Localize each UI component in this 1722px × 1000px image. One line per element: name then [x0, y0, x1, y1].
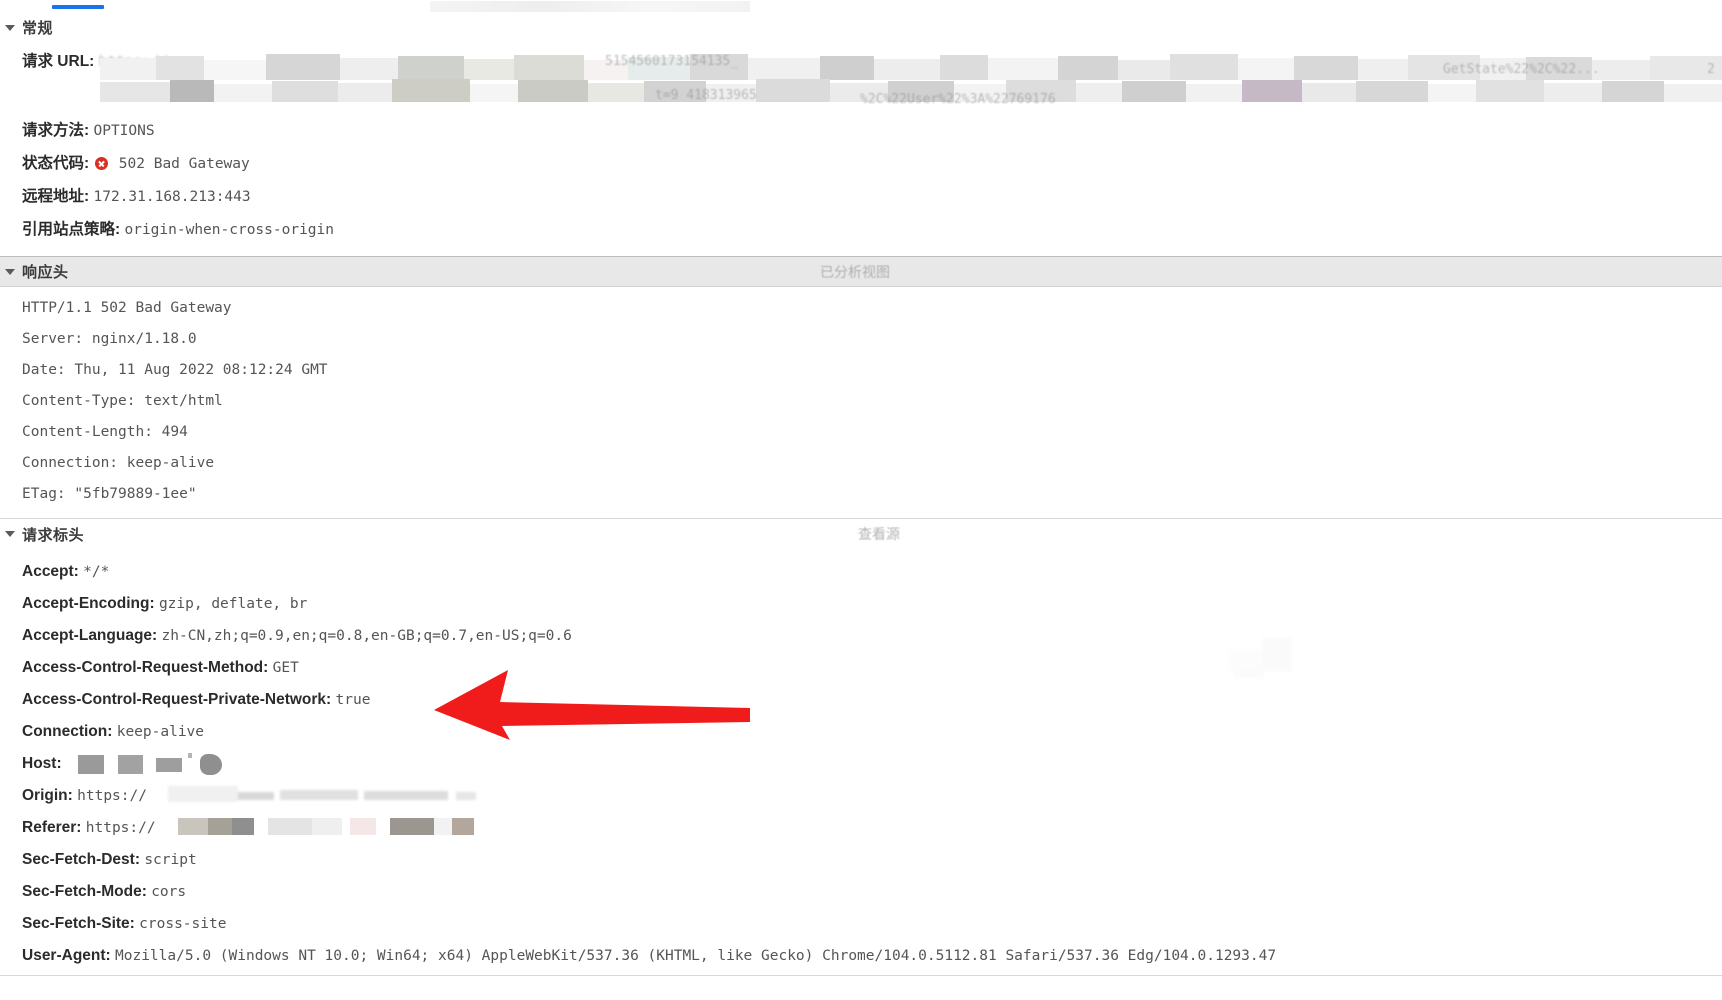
- row-value: keep-alive: [116, 724, 205, 740]
- row-key: Access-Control-Request-Method:: [22, 659, 269, 676]
- row-accept: Accept: */*: [22, 563, 109, 581]
- chevron-down-icon[interactable]: [5, 24, 15, 31]
- row-key: 引用站点策略:: [22, 221, 121, 238]
- row-value: true: [335, 692, 371, 708]
- row-accept-language: Accept-Language: zh-CN,zh;q=0.9,en;q=0.8…: [22, 627, 572, 645]
- response-header-line: Content-Type: text/html: [22, 393, 223, 409]
- response-header-line: Server: nginx/1.18.0: [22, 331, 197, 347]
- parsed-view-toggle[interactable]: 已分析视图: [820, 262, 890, 282]
- row-request-method: 请求方法: OPTIONS: [22, 122, 155, 140]
- section-title-general: 常规: [22, 20, 54, 37]
- active-tab-indicator[interactable]: [52, 5, 104, 9]
- row-key: Host:: [22, 755, 62, 772]
- row-sec-fetch-site: Sec-Fetch-Site: cross-site: [22, 915, 226, 933]
- right-side-artifact: [1228, 636, 1308, 682]
- row-value: 502 Bad Gateway: [118, 156, 250, 172]
- row-key: 远程地址:: [22, 188, 90, 205]
- row-sec-fetch-mode: Sec-Fetch-Mode: cors: [22, 883, 186, 901]
- section-header-general[interactable]: 常规: [0, 12, 1722, 43]
- tabstrip-redacted-area: [430, 1, 750, 12]
- row-key: Referer:: [22, 819, 82, 836]
- row-host: Host:: [22, 755, 62, 773]
- row-status-code: 状态代码: 502 Bad Gateway: [22, 155, 250, 173]
- row-key: Sec-Fetch-Mode:: [22, 883, 147, 900]
- host-value-redaction: [78, 752, 238, 776]
- section-title-response-headers: 响应头: [22, 264, 69, 281]
- response-header-line: Connection: keep-alive: [22, 455, 215, 471]
- url-fragment-d: GetState%22%2C%22...: [1443, 62, 1600, 77]
- chevron-down-icon[interactable]: [5, 531, 15, 537]
- section-header-request-headers[interactable]: 请求标头 查看源: [0, 518, 1722, 549]
- row-value: https://: [85, 820, 156, 836]
- url-fragment-c: %2C%22User%22%3A%22769176: [860, 92, 1056, 107]
- view-source-link[interactable]: 查看源: [858, 524, 900, 544]
- row-value: zh-CN,zh;q=0.9,en;q=0.8,en-GB;q=0.7,en-U…: [161, 628, 572, 644]
- row-value: 172.31.168.213:443: [93, 189, 251, 205]
- section-header-response-headers[interactable]: 响应头 已分析视图: [0, 256, 1722, 287]
- row-key: Sec-Fetch-Site:: [22, 915, 135, 932]
- url-fragment-a: 5154560173154135_: [605, 54, 739, 69]
- row-key: 状态代码:: [22, 155, 90, 172]
- chevron-down-icon[interactable]: [5, 268, 15, 275]
- row-sec-fetch-dest: Sec-Fetch-Dest: script: [22, 851, 197, 869]
- response-header-line: Date: Thu, 11 Aug 2022 08:12:24 GMT: [22, 362, 328, 378]
- row-value: cors: [151, 884, 187, 900]
- bottom-divider: [0, 975, 1722, 976]
- row-user-agent: User-Agent: Mozilla/5.0 (Windows NT 10.0…: [22, 947, 1276, 965]
- row-accept-encoding: Accept-Encoding: gzip, deflate, br: [22, 595, 307, 613]
- annotation-arrow-icon: [430, 660, 750, 745]
- row-key: Accept-Encoding:: [22, 595, 155, 612]
- row-referrer-policy: 引用站点策略: origin-when-cross-origin: [22, 221, 334, 239]
- row-key: 请求 URL:: [22, 53, 95, 70]
- row-key: Accept:: [22, 563, 79, 580]
- row-access-control-request-private-network: Access-Control-Request-Private-Network: …: [22, 691, 370, 709]
- row-key: Accept-Language:: [22, 627, 158, 644]
- row-remote-address: 远程地址: 172.31.168.213:443: [22, 188, 251, 206]
- response-header-line: ETag: "5fb79889-1ee": [22, 486, 197, 502]
- row-value: script: [144, 852, 197, 868]
- row-key: Connection:: [22, 723, 113, 740]
- response-header-line: Content-Length: 494: [22, 424, 188, 440]
- row-key: Sec-Fetch-Dest:: [22, 851, 140, 868]
- row-key: Access-Control-Request-Private-Network:: [22, 691, 332, 708]
- row-key: Origin:: [22, 787, 73, 804]
- referer-value-redaction: [178, 814, 498, 840]
- url-fragment-b: t=9 418313965: [655, 88, 757, 103]
- row-key: 请求方法:: [22, 122, 90, 139]
- response-header-line: HTTP/1.1 502 Bad Gateway: [22, 300, 232, 316]
- row-origin: Origin: https://: [22, 787, 147, 805]
- row-referer: Referer: https://: [22, 819, 156, 837]
- row-value: GET: [272, 660, 299, 676]
- row-value: cross-site: [139, 916, 227, 932]
- row-value: gzip, deflate, br: [158, 596, 308, 612]
- section-title-request-headers: 请求标头: [22, 526, 85, 544]
- row-value: OPTIONS: [93, 123, 155, 139]
- row-key: User-Agent:: [22, 947, 111, 964]
- url-fragment-e: 2: [1707, 62, 1715, 77]
- row-connection: Connection: keep-alive: [22, 723, 204, 741]
- origin-value-redaction: [168, 782, 498, 808]
- row-value: https://: [77, 788, 147, 804]
- row-value: */*: [83, 564, 110, 580]
- row-value: Mozilla/5.0 (Windows NT 10.0; Win64; x64…: [115, 948, 1277, 964]
- row-value: origin-when-cross-origin: [124, 222, 334, 238]
- error-status-icon: [95, 157, 109, 170]
- row-access-control-request-method: Access-Control-Request-Method: GET: [22, 659, 299, 677]
